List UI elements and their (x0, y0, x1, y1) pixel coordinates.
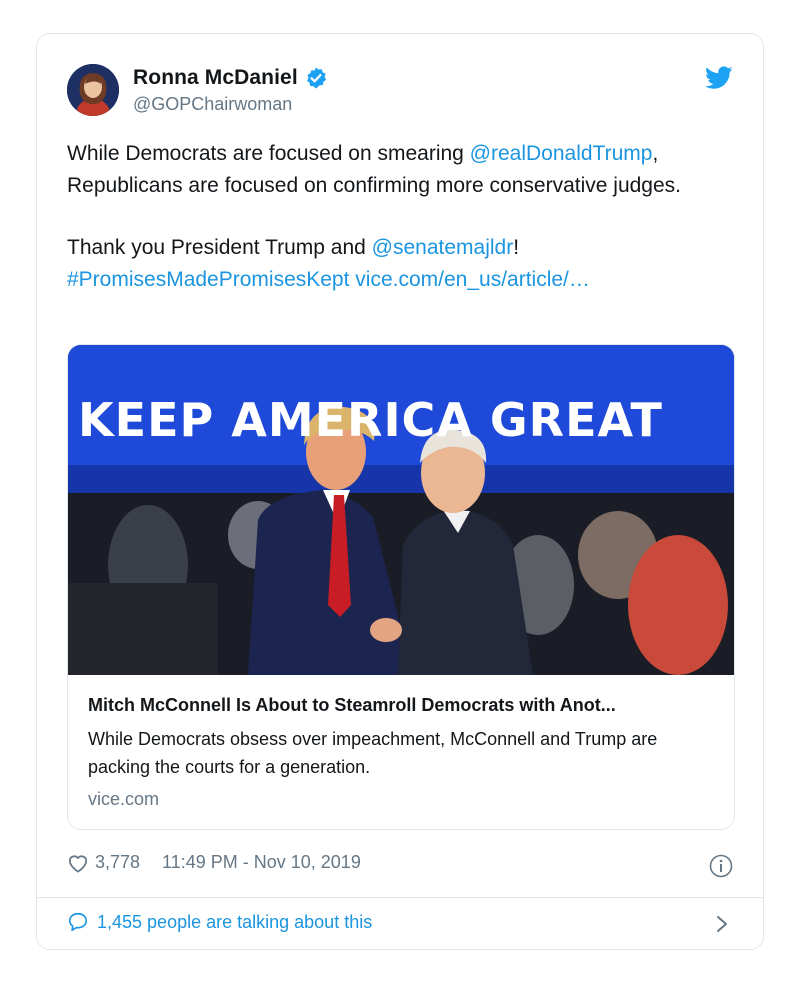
verified-badge-icon (306, 67, 326, 89)
mention-link[interactable]: @realDonaldTrump (470, 142, 653, 165)
hashtag-link[interactable]: #PromisesMadePromisesKept (67, 268, 349, 291)
tweet-text-segment: Thank you President Trump and (67, 236, 372, 259)
divider (37, 897, 763, 898)
heart-icon[interactable] (67, 853, 89, 873)
chevron-right-icon[interactable] (715, 914, 729, 934)
banner-text: KEEP AMERICA GREAT (78, 393, 663, 447)
link-card-description: While Democrats obsess over impeachment,… (88, 729, 658, 777)
link-preview-card[interactable]: KEEP AMERICA GREAT Mitch McConnell Is Ab… (67, 344, 735, 830)
tweet-text-segment: While Democrats are focused on smearing (67, 142, 470, 165)
link-preview-image: KEEP AMERICA GREAT (68, 345, 734, 675)
mention-link[interactable]: @senatemajldr (372, 236, 514, 259)
info-icon[interactable] (709, 854, 733, 878)
conversation-link[interactable]: 1,455 people are talking about this (67, 911, 372, 933)
twitter-bird-icon[interactable] (705, 66, 733, 90)
like-count[interactable]: 3,778 (95, 852, 140, 873)
reply-bubble-icon (68, 912, 88, 932)
url-link[interactable]: vice.com/en_us/article/… (355, 268, 590, 291)
tweet-stats: 3,778 11:49 PM - Nov 10, 2019 (67, 852, 361, 873)
tweet-embed-card: Ronna McDaniel @GOPChairwoman While Demo… (36, 33, 764, 950)
link-card-title[interactable]: Mitch McConnell Is About to Steamroll De… (88, 695, 716, 716)
author-avatar[interactable] (67, 64, 119, 116)
tweet-text-segment: ! (513, 236, 520, 259)
tweet-text: While Democrats are focused on smearing … (67, 138, 737, 296)
conversation-count: 1,455 people are talking about this (97, 911, 373, 932)
author-display-name[interactable]: Ronna McDaniel (133, 66, 298, 90)
author-handle[interactable]: @GOPChairwoman (133, 94, 328, 115)
tweet-timestamp[interactable]: 11:49 PM - Nov 10, 2019 (162, 852, 361, 873)
link-card-domain: vice.com (88, 789, 160, 809)
